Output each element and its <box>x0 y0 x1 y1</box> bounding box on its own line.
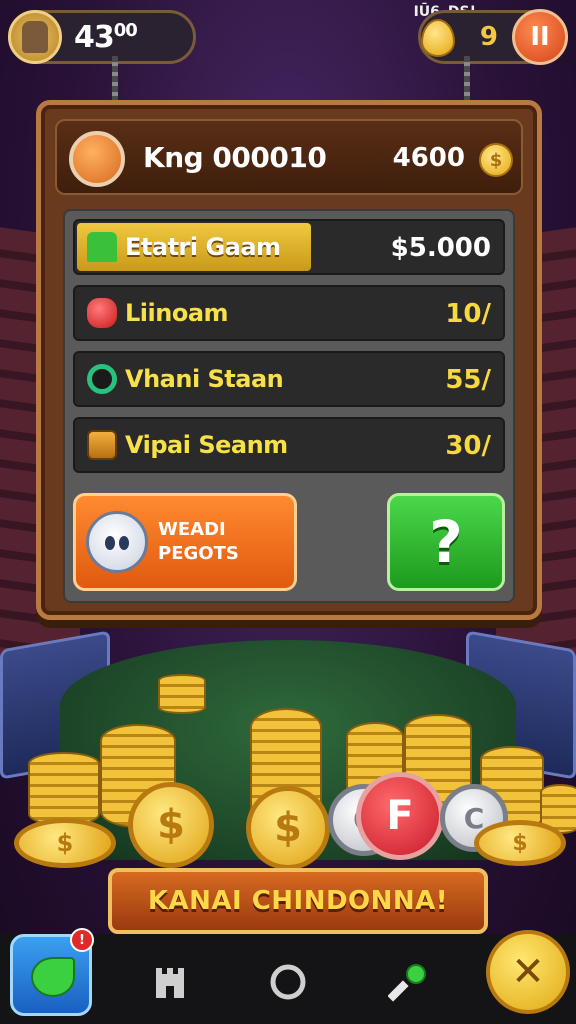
notification-badge: ! <box>70 928 94 952</box>
close-button[interactable]: ✕ <box>486 930 570 1014</box>
gold-coin: $ <box>14 818 116 868</box>
player-hud[interactable]: 4300 <box>8 10 196 64</box>
nav-castle[interactable] <box>146 958 194 1006</box>
list-item[interactable]: Etatri Gaam $5.000 <box>73 219 505 275</box>
event-banner[interactable]: KANAI CHINDONNA! <box>108 868 488 934</box>
row-label: Vipai Seanm <box>125 431 288 459</box>
row-label-box: Vipai Seanm <box>77 421 311 469</box>
row-label-box: Vhani Staan <box>77 355 311 403</box>
gold-coin: $ <box>128 782 214 868</box>
player-level: 4300 <box>74 19 138 55</box>
board-score: 4600 <box>392 143 465 173</box>
coin-stack <box>158 674 206 714</box>
row-label-box: Liinoam <box>77 289 311 337</box>
row-value: $5.000 <box>390 233 491 263</box>
wrench-icon <box>388 964 426 1002</box>
row-label-box: Etatri Gaam <box>77 223 311 271</box>
avatar[interactable] <box>8 10 62 64</box>
gem-icon <box>421 19 455 57</box>
rewards-button[interactable]: WEADI PEGOTS <box>73 493 297 591</box>
reward-list: Etatri Gaam $5.000 Liinoam 10/ Vhani Sta… <box>63 209 515 603</box>
castle-icon <box>156 968 184 998</box>
board-header: Kng 000010 4600 $ <box>55 119 523 195</box>
chain-right <box>464 56 470 106</box>
player-level-value: 43 <box>74 19 115 55</box>
red-gem-icon <box>87 298 117 328</box>
coin-pile: $ $ $ C F C $ <box>0 660 576 890</box>
gem-hud[interactable]: 9 II <box>418 9 568 65</box>
rewards-button-line2: PEGOTS <box>158 543 239 564</box>
red-coin: F <box>356 772 444 860</box>
help-button[interactable]: ? <box>387 493 505 591</box>
rewards-button-line1: WEADI <box>158 519 226 540</box>
chain-left <box>112 56 118 106</box>
coin-stack <box>28 752 100 826</box>
row-label: Vhani Staan <box>125 365 284 393</box>
row-label: Liinoam <box>125 299 229 327</box>
list-item[interactable]: Liinoam 10/ <box>73 285 505 341</box>
player-level-suffix: 00 <box>113 19 138 41</box>
map-icon <box>31 957 75 997</box>
avatar-face-icon <box>22 21 48 53</box>
coin-icon: $ <box>479 143 513 177</box>
row-value: 10/ <box>445 299 491 329</box>
list-item[interactable]: Vhani Staan 55/ <box>73 351 505 407</box>
pause-button[interactable]: II <box>512 9 568 65</box>
row-value: 55/ <box>445 365 491 395</box>
nav-tools[interactable] <box>384 958 432 1006</box>
circle-icon <box>270 964 306 1000</box>
row-label: Etatri Gaam <box>125 233 281 261</box>
leaderboard-panel: Kng 000010 4600 $ Etatri Gaam $5.000 Lii… <box>36 100 542 620</box>
row-value: 30/ <box>445 431 491 461</box>
king-badge-icon <box>69 131 125 187</box>
board-title: Kng 000010 <box>143 141 327 174</box>
grass-icon <box>87 232 117 262</box>
nav-home-circle[interactable] <box>264 958 312 1006</box>
gold-coin: $ <box>474 820 566 866</box>
rewards-button-label: WEADI PEGOTS <box>158 518 239 566</box>
gold-coin: $ <box>246 786 330 870</box>
gift-box-icon <box>87 430 117 460</box>
list-item[interactable]: Vipai Seanm 30/ <box>73 417 505 473</box>
gem-count: 9 <box>479 22 498 52</box>
event-banner-label: KANAI CHINDONNA! <box>147 886 449 916</box>
green-ring-icon <box>87 364 117 394</box>
mascot-icon <box>86 511 148 573</box>
